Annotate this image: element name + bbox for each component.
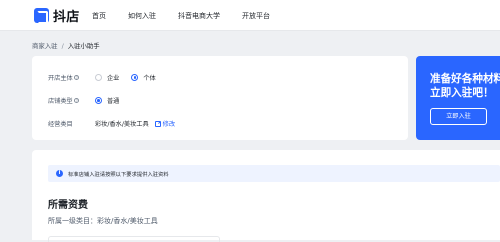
edit-icon: [154, 120, 161, 127]
radio-individual[interactable]: [131, 74, 139, 81]
join-now-button[interactable]: 立即入驻: [430, 108, 487, 125]
category-value: 彩妆/香水/美妆工具: [95, 121, 149, 128]
question-circle-icon[interactable]: ?: [74, 98, 80, 103]
breadcrumb: 商家入驻 / 入驻小助手: [32, 41, 100, 50]
join-promo-banner: 准备好各种材料 立即入驻吧！ 立即入驻: [416, 56, 500, 140]
edit-category-link[interactable]: 修改: [154, 119, 176, 128]
requirements-card: i 标准店铺入驻请按照以下要求提供入驻资料 所需资费 所属一级类目：彩妆/香水/…: [32, 150, 500, 242]
radio-standard[interactable]: [95, 97, 102, 104]
top-navigation-bar: 抖店 首页 如何入驻 抖音电商大学 开放平台: [0, 0, 500, 31]
breadcrumb-current: 入驻小助手: [67, 42, 100, 50]
subject-label: 开店主体: [48, 75, 73, 82]
radio-enterprise-label: 企业: [107, 75, 120, 82]
notice-text: 标准店铺入驻请按照以下要求提供入驻资料: [68, 171, 169, 178]
promo-title-line-1: 准备好各种材料: [430, 73, 500, 85]
fee-table-top-edge: [48, 236, 220, 242]
breadcrumb-separator: /: [61, 42, 64, 50]
subject-option-enterprise[interactable]: 企业: [95, 73, 119, 82]
store-type-row: 店铺类型 ? 普通: [48, 96, 131, 105]
fees-section-title: 所需资费: [48, 200, 88, 211]
notice-bar: i 标准店铺入驻请按照以下要求提供入驻资料: [48, 165, 500, 182]
main-nav: 首页 如何入驻 抖音电商大学 开放平台: [92, 0, 292, 31]
nav-item-how-to-join[interactable]: 如何入驻: [128, 11, 156, 21]
radio-individual-label: 个体: [143, 75, 156, 82]
store-type-label: 店铺类型: [48, 98, 73, 105]
question-circle-icon[interactable]: ?: [74, 75, 80, 80]
subject-option-individual[interactable]: 个体: [131, 73, 156, 82]
category-label: 经营类目: [48, 121, 73, 128]
promo-title: 准备好各种材料 立即入驻吧！: [430, 72, 500, 100]
nav-item-open-platform[interactable]: 开放平台: [242, 11, 270, 21]
subject-row: 开店主体 ? 企业 个体: [48, 73, 168, 82]
store-type-label-wrap: 店铺类型 ?: [48, 96, 95, 105]
logo-icon: [34, 8, 49, 24]
logo-text: 抖店: [53, 10, 80, 25]
nav-item-ecommerce-university[interactable]: 抖音电商大学: [178, 11, 220, 21]
subject-label-wrap: 开店主体 ?: [48, 73, 95, 82]
site-logo[interactable]: 抖店: [34, 7, 80, 25]
nav-item-home[interactable]: 首页: [92, 11, 106, 21]
info-circle-icon: i: [56, 170, 63, 177]
store-setup-form-card: 开店主体 ? 企业 个体 店铺类型 ? 普通 经营类目 彩妆/香水/美妆工具 修…: [32, 56, 408, 140]
primary-category-text: 所属一级类目：彩妆/香水/美妆工具: [48, 217, 158, 225]
breadcrumb-parent[interactable]: 商家入驻: [32, 42, 58, 50]
category-row: 经营类目 彩妆/香水/美妆工具 修改: [48, 119, 175, 128]
radio-enterprise[interactable]: [95, 74, 102, 81]
edit-category-label: 修改: [162, 121, 176, 128]
radio-standard-label: 普通: [107, 98, 120, 105]
store-type-option-standard[interactable]: 普通: [95, 96, 119, 105]
promo-title-line-2: 立即入驻吧！: [430, 87, 494, 99]
